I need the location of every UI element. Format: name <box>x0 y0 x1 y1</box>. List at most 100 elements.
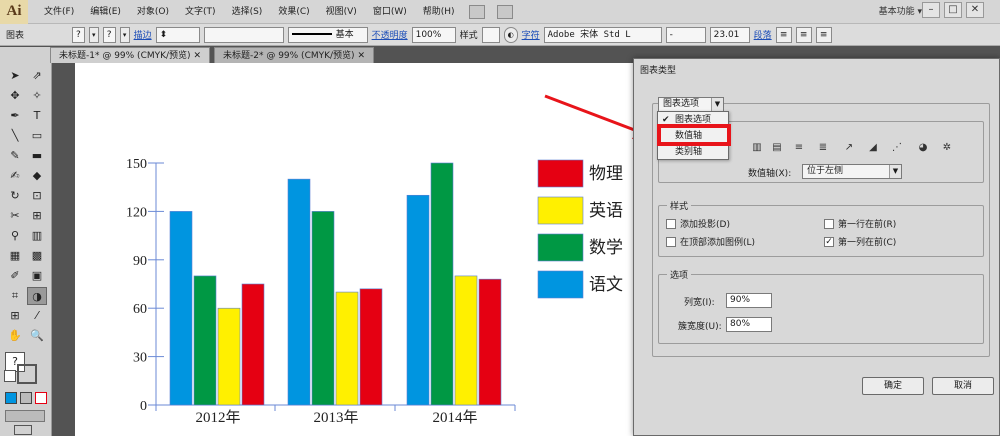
stroke-swatch[interactable]: ? <box>102 26 116 43</box>
stroke-color-swatch[interactable] <box>17 364 37 384</box>
none-mode-icon[interactable] <box>35 392 47 404</box>
tab-close-icon[interactable]: ✕ <box>357 51 365 61</box>
rotate-tool-icon[interactable]: ↻ <box>5 187 25 205</box>
bar-graph-icon[interactable]: ≡ <box>792 141 806 155</box>
width-tool-icon[interactable]: ✂ <box>5 207 25 225</box>
shape-builder-tool-icon[interactable]: ⚲ <box>5 227 25 245</box>
stacked-bar-icon[interactable]: ≣ <box>816 141 830 155</box>
bridge-icon[interactable] <box>468 4 485 19</box>
free-transform-tool-icon[interactable]: ⊞ <box>27 207 47 225</box>
color-mode-icon[interactable] <box>5 392 17 404</box>
symbol-sprayer-tool-icon[interactable]: ⌗ <box>5 287 25 305</box>
eyedropper-tool-icon[interactable]: ✐ <box>5 267 25 285</box>
paragraph-link[interactable]: 段落 <box>754 28 772 41</box>
menu-object[interactable]: 对象(O) <box>129 0 177 24</box>
default-colors-icon[interactable] <box>4 370 16 382</box>
rectangle-tool-icon[interactable]: ▭ <box>27 127 47 145</box>
grouped-column-icon[interactable]: ▥ <box>750 141 764 155</box>
brush-definition[interactable]: 基本 <box>287 26 368 43</box>
selection-tool-icon[interactable]: ➤ <box>5 67 25 85</box>
variable-width-field[interactable] <box>203 26 284 43</box>
arrange-documents-icon[interactable] <box>496 4 513 19</box>
menu-effect[interactable]: 效果(C) <box>270 0 317 24</box>
blob-brush-tool-icon[interactable]: ✍ <box>5 167 25 185</box>
direct-selection-tool-icon[interactable]: ⇗ <box>27 67 47 85</box>
menu-window[interactable]: 窗口(W) <box>365 0 415 24</box>
blend-tool-icon[interactable]: ▣ <box>27 267 47 285</box>
font-size-field[interactable]: 23.01 <box>709 26 750 43</box>
pencil-tool-icon[interactable]: ▬ <box>27 147 47 165</box>
checkbox-box[interactable] <box>824 218 834 229</box>
column-width-field[interactable]: 90% <box>726 293 772 308</box>
scatter-graph-icon[interactable]: ⋰ <box>890 141 904 155</box>
pie-graph-icon[interactable]: ◕ <box>916 141 930 155</box>
line-graph-icon[interactable]: ↗ <box>842 141 856 155</box>
style-swatch[interactable] <box>481 26 500 43</box>
magic-wand-tool-icon[interactable]: ✥ <box>5 87 25 105</box>
tab-document-2[interactable]: 未标题-2* @ 99% (CMYK/预览) ✕ <box>214 47 374 63</box>
section-dropdown[interactable]: 图表选项 ▼ <box>658 97 724 112</box>
value-axis-dropdown[interactable]: 位于左侧 ▼ <box>802 164 902 179</box>
opacity-field[interactable]: 100% <box>411 26 456 43</box>
perspective-grid-tool-icon[interactable]: ▥ <box>27 227 47 245</box>
first-column-in-front-checkbox[interactable]: ✓ 第一列在前(C) <box>824 235 896 248</box>
opacity-link[interactable]: 不透明度 <box>372 28 408 41</box>
screen-mode-icon[interactable] <box>14 425 32 435</box>
lasso-tool-icon[interactable]: ✧ <box>27 87 47 105</box>
tab-close-icon[interactable]: ✕ <box>193 51 201 61</box>
align-left-icon[interactable]: ≡ <box>775 26 792 43</box>
artboard[interactable]: 0 30 60 90 120 150 2012年 2013年 2014年 物理 英语 数学 语文 <box>75 63 685 436</box>
column-graph-tool-icon[interactable]: ◑ <box>27 287 47 305</box>
tab-document-1[interactable]: 未标题-1* @ 99% (CMYK/预览) ✕ <box>50 47 210 63</box>
cluster-width-field[interactable]: 80% <box>726 317 772 332</box>
maximize-button[interactable]: □ <box>944 2 962 18</box>
menu-edit[interactable]: 编辑(E) <box>82 0 129 24</box>
recolor-icon[interactable]: ◐ <box>503 26 518 43</box>
checkmark-icon[interactable]: ✓ <box>824 236 834 247</box>
menu-help[interactable]: 帮助(H) <box>415 0 463 24</box>
fill-dropdown-icon[interactable]: ▾ <box>88 26 99 43</box>
font-family-field[interactable]: Adobe 宋体 Std L <box>543 26 662 43</box>
mesh-tool-icon[interactable]: ▦ <box>5 247 25 265</box>
cancel-button[interactable]: 取消 <box>932 377 994 395</box>
type-tool-icon[interactable]: T <box>27 107 47 125</box>
paintbrush-tool-icon[interactable]: ✎ <box>5 147 25 165</box>
add-legend-top-checkbox[interactable]: 在顶部添加图例(L) <box>666 235 755 248</box>
fill-swatch[interactable]: ? <box>72 26 85 43</box>
minimize-button[interactable]: – <box>922 2 940 18</box>
align-right-icon[interactable]: ≡ <box>815 26 832 43</box>
stroke-weight-field[interactable]: ⬍ <box>155 26 200 43</box>
hand-tool-icon[interactable]: ✋ <box>5 327 25 345</box>
font-style-field[interactable]: - <box>665 26 706 43</box>
character-link[interactable]: 字符 <box>522 28 540 41</box>
area-graph-icon[interactable]: ◢ <box>866 141 880 155</box>
first-row-in-front-checkbox[interactable]: 第一行在前(R) <box>824 217 896 230</box>
line-tool-icon[interactable]: ╲ <box>5 127 25 145</box>
add-drop-shadow-checkbox[interactable]: 添加投影(D) <box>666 217 730 230</box>
gradient-mode-icon[interactable] <box>20 392 32 404</box>
menu-view[interactable]: 视图(V) <box>318 0 365 24</box>
stacked-column-icon[interactable]: ▤ <box>770 141 784 155</box>
gradient-tool-icon[interactable]: ▩ <box>27 247 47 265</box>
menu-select[interactable]: 选择(S) <box>224 0 271 24</box>
stroke-link[interactable]: 描边 <box>134 28 152 41</box>
menu-file[interactable]: 文件(F) <box>36 0 82 24</box>
close-button[interactable]: ✕ <box>966 2 984 18</box>
pen-tool-icon[interactable]: ✒ <box>5 107 25 125</box>
slice-tool-icon[interactable]: ⁄ <box>27 307 47 325</box>
checkbox-box[interactable] <box>666 236 676 247</box>
artboard-tool-icon[interactable]: ⊞ <box>5 307 25 325</box>
ok-button[interactable]: 确定 <box>862 377 924 395</box>
zoom-tool-icon[interactable]: 🔍 <box>27 327 47 345</box>
menu-item-category-axis[interactable]: 类别轴 <box>658 145 728 160</box>
column-chart[interactable]: 0 30 60 90 120 150 2012年 2013年 2014年 物理英语数学语文 <box>75 63 685 436</box>
scale-tool-icon[interactable]: ⊡ <box>27 187 47 205</box>
align-center-icon[interactable]: ≡ <box>795 26 812 43</box>
workspace-switcher[interactable]: 基本功能 ▾ <box>879 4 922 17</box>
stroke-dropdown-icon[interactable]: ▾ <box>119 26 130 43</box>
eraser-tool-icon[interactable]: ◆ <box>27 167 47 185</box>
menu-type[interactable]: 文字(T) <box>177 0 224 24</box>
checkbox-box[interactable] <box>666 218 676 229</box>
radar-graph-icon[interactable]: ✲ <box>940 141 954 155</box>
draw-mode-icon[interactable] <box>5 410 45 422</box>
